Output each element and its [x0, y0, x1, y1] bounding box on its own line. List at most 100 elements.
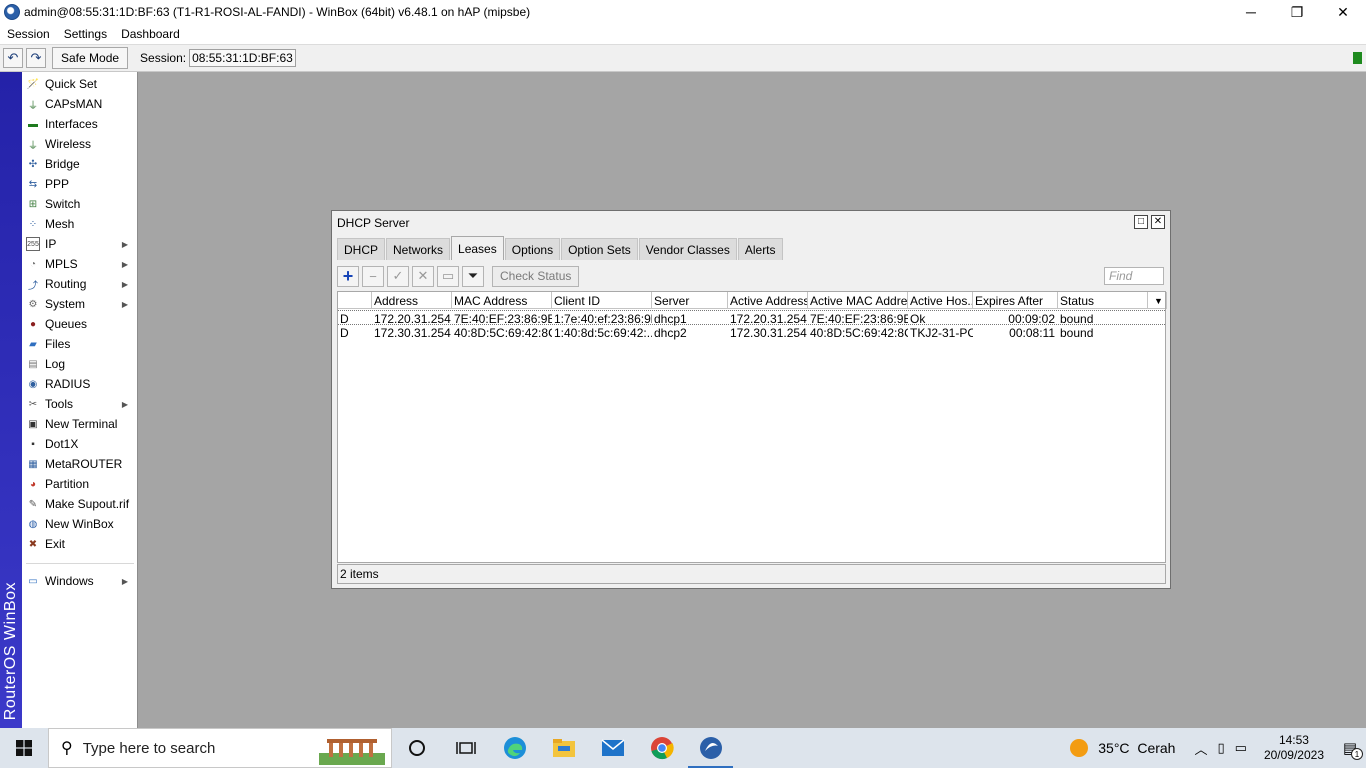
sidebar-item-mesh[interactable]: ⁘ Mesh	[22, 214, 136, 234]
column-menu-dropdown-icon[interactable]: ▼	[1149, 292, 1167, 309]
table-row[interactable]: D 172.20.31.254 7E:40:EF:23:86:9B 1:7e:40:e…	[338, 310, 1165, 326]
tab-alerts[interactable]: Alerts	[737, 238, 783, 260]
tab-leases[interactable]: Leases	[451, 236, 504, 260]
close-button[interactable]: ✕	[1320, 0, 1366, 24]
column-header[interactable]: MAC Address	[452, 292, 552, 309]
menu-session[interactable]: Session	[0, 27, 57, 41]
menu-bar: Session Settings Dashboard	[0, 24, 1366, 44]
sidebar-item-quick-set[interactable]: 🪄 Quick Set	[22, 74, 136, 94]
sidebar-item-ppp[interactable]: ⇆ PPP	[22, 174, 136, 194]
maximize-window-icon[interactable]: □	[1134, 215, 1148, 229]
battery-icon[interactable]: ▯	[1217, 740, 1224, 756]
redo-button[interactable]: ↷	[26, 48, 46, 68]
sidebar-item-tools[interactable]: ✂ Tools ▶	[22, 394, 136, 414]
sidebar-item-dot1x[interactable]: ▪ Dot1X	[22, 434, 136, 454]
sidebar-item-windows[interactable]: ▭ Windows ▶	[22, 571, 136, 591]
tab-option-sets[interactable]: Option Sets	[561, 238, 638, 260]
column-header[interactable]: Active Hos...	[908, 292, 973, 309]
ppp-icon: ⇆	[28, 178, 38, 190]
column-header[interactable]: Active Address	[728, 292, 808, 309]
filter-icon[interactable]: ⏷	[462, 265, 484, 287]
table-row[interactable]: D 172.30.31.254 40:8D:5C:69:42:8C 1:40:8d:5…	[338, 325, 1165, 340]
sidebar-item-files[interactable]: ▰ Files	[22, 334, 136, 354]
mail-icon[interactable]	[588, 728, 637, 768]
start-button[interactable]	[0, 728, 48, 768]
column-header[interactable]: Active MAC Addre...	[808, 292, 908, 309]
sidebar-item-partition[interactable]: ◕ Partition	[22, 474, 136, 494]
table-cell: bound	[1060, 311, 1094, 326]
sidebar-item-mpls[interactable]: ◔ MPLS ▶	[22, 254, 136, 274]
sidebar-item-label: Interfaces	[45, 117, 98, 131]
sidebar-item-capsman[interactable]: ⏚ CAPsMAN	[22, 94, 136, 114]
network-icon[interactable]: ▭	[1235, 740, 1247, 756]
cortana-icon[interactable]	[392, 728, 441, 768]
winbox-app-icon	[4, 4, 20, 20]
disable-icon[interactable]: ✕	[412, 265, 434, 287]
sidebar-item-metarouter[interactable]: ▦ MetaROUTER	[22, 454, 136, 474]
tab-vendor-classes[interactable]: Vendor Classes	[638, 238, 737, 260]
wireless-icon: ⏚	[28, 140, 38, 152]
session-field: 08:55:31:1D:BF:63	[189, 49, 296, 67]
brand-text: RouterOS WinBox	[2, 581, 19, 720]
tab-networks[interactable]: Networks	[386, 238, 451, 260]
column-header[interactable]: Server	[652, 292, 728, 309]
taskbar-search[interactable]: ⚲ Type here to search	[48, 728, 392, 768]
folder-icon: ▰	[29, 338, 37, 350]
minimize-button[interactable]: ─	[1228, 0, 1274, 24]
sidebar-item-exit[interactable]: ✖ Exit	[22, 534, 136, 554]
menu-settings[interactable]: Settings	[57, 27, 114, 41]
file-explorer-icon[interactable]	[539, 728, 588, 768]
sidebar-item-new-terminal[interactable]: ▣ New Terminal	[22, 414, 136, 434]
sidebar-item-label: MetaROUTER	[45, 457, 123, 471]
sidebar-item-routing[interactable]: ⤴ Routing ▶	[22, 274, 136, 294]
chrome-icon[interactable]	[637, 728, 686, 768]
submenu-arrow-icon: ▶	[121, 279, 128, 289]
sidebar-item-log[interactable]: ▤ Log	[22, 354, 136, 374]
column-header[interactable]: Address	[372, 292, 452, 309]
close-window-icon[interactable]: ✕	[1151, 215, 1165, 229]
search-icon: ⚲	[61, 740, 73, 757]
sidebar-divider	[26, 563, 134, 564]
sidebar-item-system[interactable]: ⚙ System ▶	[22, 294, 136, 314]
sidebar-item-wireless[interactable]: ⏚ Wireless	[22, 134, 136, 154]
restore-button[interactable]: ❐	[1274, 0, 1320, 24]
connection-status-icon	[1353, 52, 1362, 64]
sidebar-item-ip[interactable]: 255 IP ▶	[22, 234, 136, 254]
sidebar-item-label: Partition	[45, 477, 90, 491]
sidebar-item-label: IP	[45, 237, 57, 251]
column-header[interactable]: Status	[1058, 292, 1148, 309]
weather-text[interactable]: 35°C Cerah	[1098, 740, 1175, 756]
remove-icon[interactable]: −	[362, 265, 384, 287]
menu-dashboard[interactable]: Dashboard	[114, 27, 187, 41]
sidebar-item-make-supout-rif[interactable]: ✎ Make Supout.rif	[22, 494, 136, 514]
table-cell: 7E:40:EF:23:86:9B	[454, 311, 552, 326]
sidebar-item-interfaces[interactable]: ▬ Interfaces	[22, 114, 136, 134]
task-view-icon[interactable]	[441, 728, 490, 768]
sidebar-item-bridge[interactable]: ✣ Bridge	[22, 154, 136, 174]
window-title: admin@08:55:31:1D:BF:63 (T1-R1-ROSI-AL-F…	[24, 5, 531, 19]
undo-button[interactable]: ↶	[3, 48, 23, 68]
table-cell: 00:08:11	[1009, 325, 1055, 340]
find-input[interactable]: Find	[1104, 267, 1164, 285]
window-titlebar: admin@08:55:31:1D:BF:63 (T1-R1-ROSI-AL-F…	[0, 0, 1366, 24]
winbox-taskbar-icon[interactable]	[686, 728, 735, 768]
sidebar-item-radius[interactable]: ◉ RADIUS	[22, 374, 136, 394]
tab-options[interactable]: Options	[504, 238, 561, 260]
sidebar-item-queues[interactable]: ● Queues	[22, 314, 136, 334]
notification-icon[interactable]: ▤ 1	[1334, 728, 1366, 768]
safe-mode-button[interactable]: Safe Mode	[52, 47, 129, 69]
sidebar-item-switch[interactable]: ⊞ Switch	[22, 194, 136, 214]
add-icon[interactable]: +	[337, 265, 359, 287]
sidebar-item-new-winbox[interactable]: ◍ New WinBox	[22, 514, 136, 534]
tab-dhcp[interactable]: DHCP	[337, 238, 386, 260]
enable-icon[interactable]: ✓	[387, 265, 409, 287]
column-header[interactable]: Client ID	[552, 292, 652, 309]
submenu-arrow-icon: ▶	[121, 576, 128, 586]
check-status-button[interactable]: Check Status	[492, 265, 580, 287]
taskbar-clock[interactable]: 14:53 20/09/2023	[1264, 733, 1324, 763]
comment-icon[interactable]: ▭	[437, 265, 459, 287]
column-header[interactable]: Expires After	[973, 292, 1058, 309]
column-header[interactable]	[338, 292, 372, 309]
chevron-up-icon[interactable]: ︿	[1194, 739, 1207, 758]
edge-browser-icon[interactable]	[490, 728, 539, 768]
